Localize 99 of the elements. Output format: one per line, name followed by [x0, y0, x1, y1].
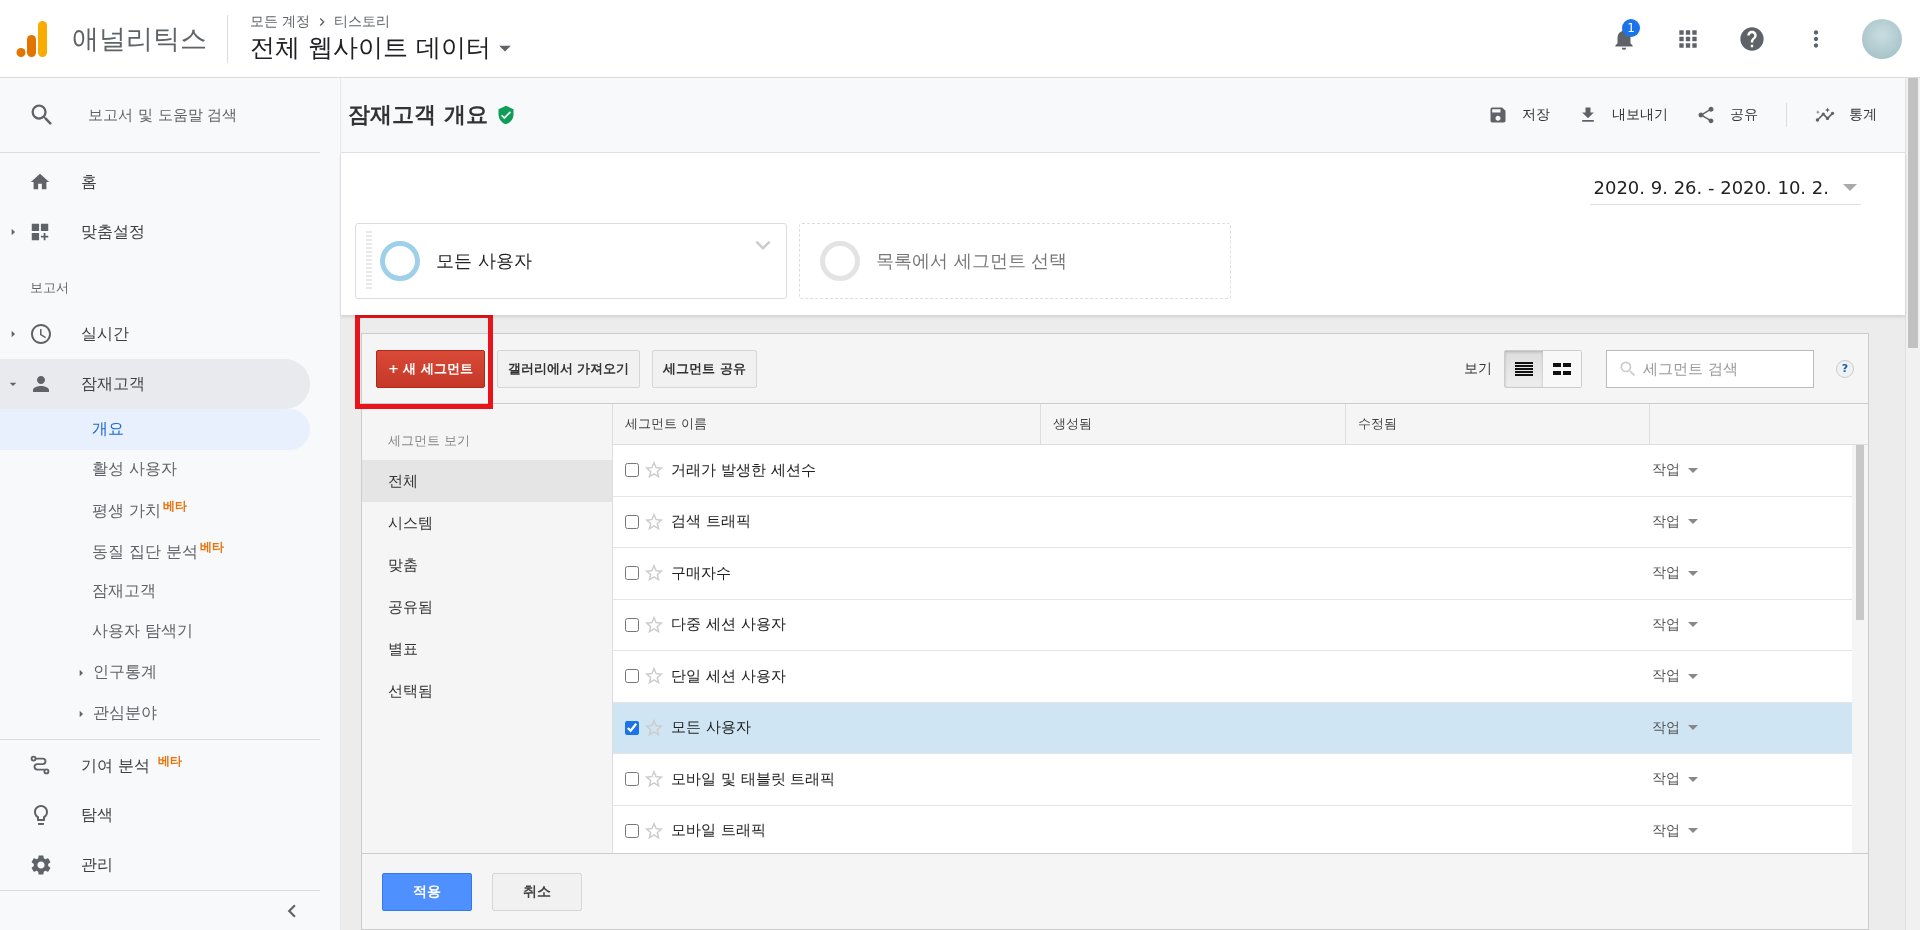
nav-item[interactable]: 인구통계 [93, 662, 157, 683]
nav-heading: 세그먼트 보기 [387, 432, 472, 450]
row-checkbox[interactable] [625, 823, 639, 838]
segment-name: 모바일 및 태블릿 트래픽 [671, 769, 836, 789]
avatar[interactable] [1862, 18, 1902, 59]
clock-icon [29, 322, 53, 346]
segment-name: 모든 사용자 [671, 718, 751, 738]
nav-item[interactable]: 관심분야 [93, 703, 157, 724]
caret-icon [1688, 467, 1698, 473]
segment-name: 모바일 트래픽 [671, 821, 766, 841]
action-menu-button[interactable]: 작업 [1652, 564, 1698, 583]
row-checkbox[interactable] [625, 669, 639, 684]
segment-name: 다중 세션 사용자 [671, 615, 786, 635]
new-segment-button[interactable]: + 새 세그먼트 [376, 349, 485, 388]
row-checkbox[interactable] [625, 463, 639, 478]
breadcrumb-link[interactable]: 티스토리 [334, 13, 391, 31]
date-range-picker[interactable]: 2020. 9. 26. - 2020. 10. 2. [1589, 173, 1861, 205]
nav-item[interactable]: 잠재고객 [92, 580, 156, 602]
segment-label: 모든 사용자 [436, 249, 532, 273]
nav-item[interactable]: 개요 [92, 418, 124, 440]
caret-icon [1688, 570, 1698, 576]
segment-slot[interactable]: 목록에서 세그먼트 선택 [799, 223, 1231, 299]
filter-item[interactable]: 별표 [362, 628, 612, 670]
segment-name: 단일 세션 사용자 [671, 666, 786, 686]
settings-icon [29, 853, 53, 877]
action-button[interactable]: 저장 [1488, 105, 1550, 125]
share-icon [1696, 105, 1716, 125]
row-checkbox[interactable] [625, 720, 639, 735]
view-label: 보기 [1464, 359, 1492, 378]
nav-item[interactable]: 맞춤설정 [81, 221, 145, 243]
segment-search-field[interactable]: 세그먼트 검색 [1606, 349, 1814, 388]
caret-icon [1688, 725, 1698, 731]
row-checkbox[interactable] [625, 566, 639, 581]
action-menu-button[interactable]: 작업 [1652, 461, 1698, 480]
caret-icon [1688, 622, 1698, 628]
view-title[interactable]: 전체 웹사이트 데이터 [250, 31, 491, 64]
notification-count: 1 [1622, 18, 1640, 37]
segment-ring-icon [380, 241, 420, 281]
action-menu-button[interactable]: 작업 [1652, 615, 1698, 634]
list-view-button[interactable] [1505, 350, 1543, 387]
insights-icon [1815, 105, 1835, 125]
nav-item[interactable]: 평생 가치$^{베타}$ [92, 498, 188, 523]
action-button[interactable]: 통계 [1815, 105, 1877, 125]
search-field[interactable]: 보고서 및 도움말 검색 [86, 105, 306, 125]
caret-icon [1688, 673, 1698, 679]
action-menu-button[interactable]: 작업 [1652, 667, 1698, 686]
scrollbar-thumb[interactable] [1856, 445, 1864, 620]
segment-name: 거래가 발생한 세션수 [671, 460, 816, 480]
column-header: 생성됨 [1041, 404, 1346, 444]
action-button[interactable]: 내보내기 [1578, 105, 1668, 125]
filter-item[interactable]: 공유됨 [362, 586, 612, 628]
grid-icon [1553, 361, 1571, 376]
nav-item[interactable]: 관리 [81, 854, 113, 876]
segment-slot[interactable]: 모든 사용자 [355, 223, 787, 299]
nav-item[interactable]: 활성 사용자 [92, 459, 178, 481]
nav-item[interactable]: 동질 집단 분석$^{베타}$ [92, 538, 225, 563]
nav-item[interactable]: 사용자 탐색기 [92, 621, 194, 643]
row-checkbox[interactable] [625, 772, 639, 787]
segment-label: 목록에서 세그먼트 선택 [876, 249, 1068, 273]
toolbar-button[interactable]: 세그먼트 공유 [652, 349, 757, 388]
nav-item[interactable]: 잠재고객 [81, 373, 145, 395]
filter-item[interactable]: 선택됨 [362, 670, 612, 712]
filter-item[interactable]: 전체 [362, 460, 612, 502]
action-menu-button[interactable]: 작업 [1652, 718, 1698, 737]
analytics-logo [16, 18, 50, 59]
filter-item[interactable]: 맞춤 [362, 544, 612, 586]
segment-ring-icon [820, 241, 860, 281]
nav-item[interactable]: 실시간 [81, 323, 129, 345]
scrollbar-thumb[interactable] [1908, 78, 1918, 348]
action-menu-button[interactable]: 작업 [1652, 512, 1698, 531]
segment-name: 검색 트래픽 [671, 512, 751, 532]
help-icon[interactable]: ? [1836, 359, 1854, 378]
action-menu-button[interactable]: 작업 [1652, 770, 1698, 789]
route-icon [29, 754, 51, 776]
action-menu-button[interactable]: 작업 [1652, 821, 1698, 840]
nav-item[interactable]: 탐색 [81, 804, 113, 826]
column-header: 세그먼트 이름 [613, 404, 1041, 444]
caret-icon [1688, 828, 1698, 834]
page-title: 잠재고객 개요 [348, 101, 488, 129]
cancel-button[interactable]: 취소 [492, 872, 582, 911]
help-icon[interactable] [1738, 24, 1766, 53]
filter-item[interactable]: 시스템 [362, 502, 612, 544]
segment-name: 구매자수 [671, 563, 731, 583]
app-name: 애널리틱스 [72, 14, 228, 63]
dashboard-icon [29, 221, 51, 243]
row-checkbox[interactable] [625, 514, 639, 529]
caret-icon [1688, 519, 1698, 525]
list-icon [1515, 361, 1533, 376]
row-checkbox[interactable] [625, 617, 639, 632]
breadcrumb-link[interactable]: 모든 계정 [250, 13, 311, 31]
caret-icon [1688, 776, 1698, 782]
action-button[interactable]: 공유 [1696, 105, 1758, 125]
nav-item[interactable]: 홈 [81, 171, 97, 193]
caret-icon [1843, 184, 1857, 191]
section-label: 보고서 [29, 279, 70, 297]
nav-item[interactable]: 기여 분석 $^{베타}$ [81, 752, 183, 778]
column-header: 수정됨 [1346, 404, 1650, 444]
toolbar-button[interactable]: 갤러리에서 가져오기 [496, 349, 641, 388]
save-icon [1488, 105, 1508, 125]
